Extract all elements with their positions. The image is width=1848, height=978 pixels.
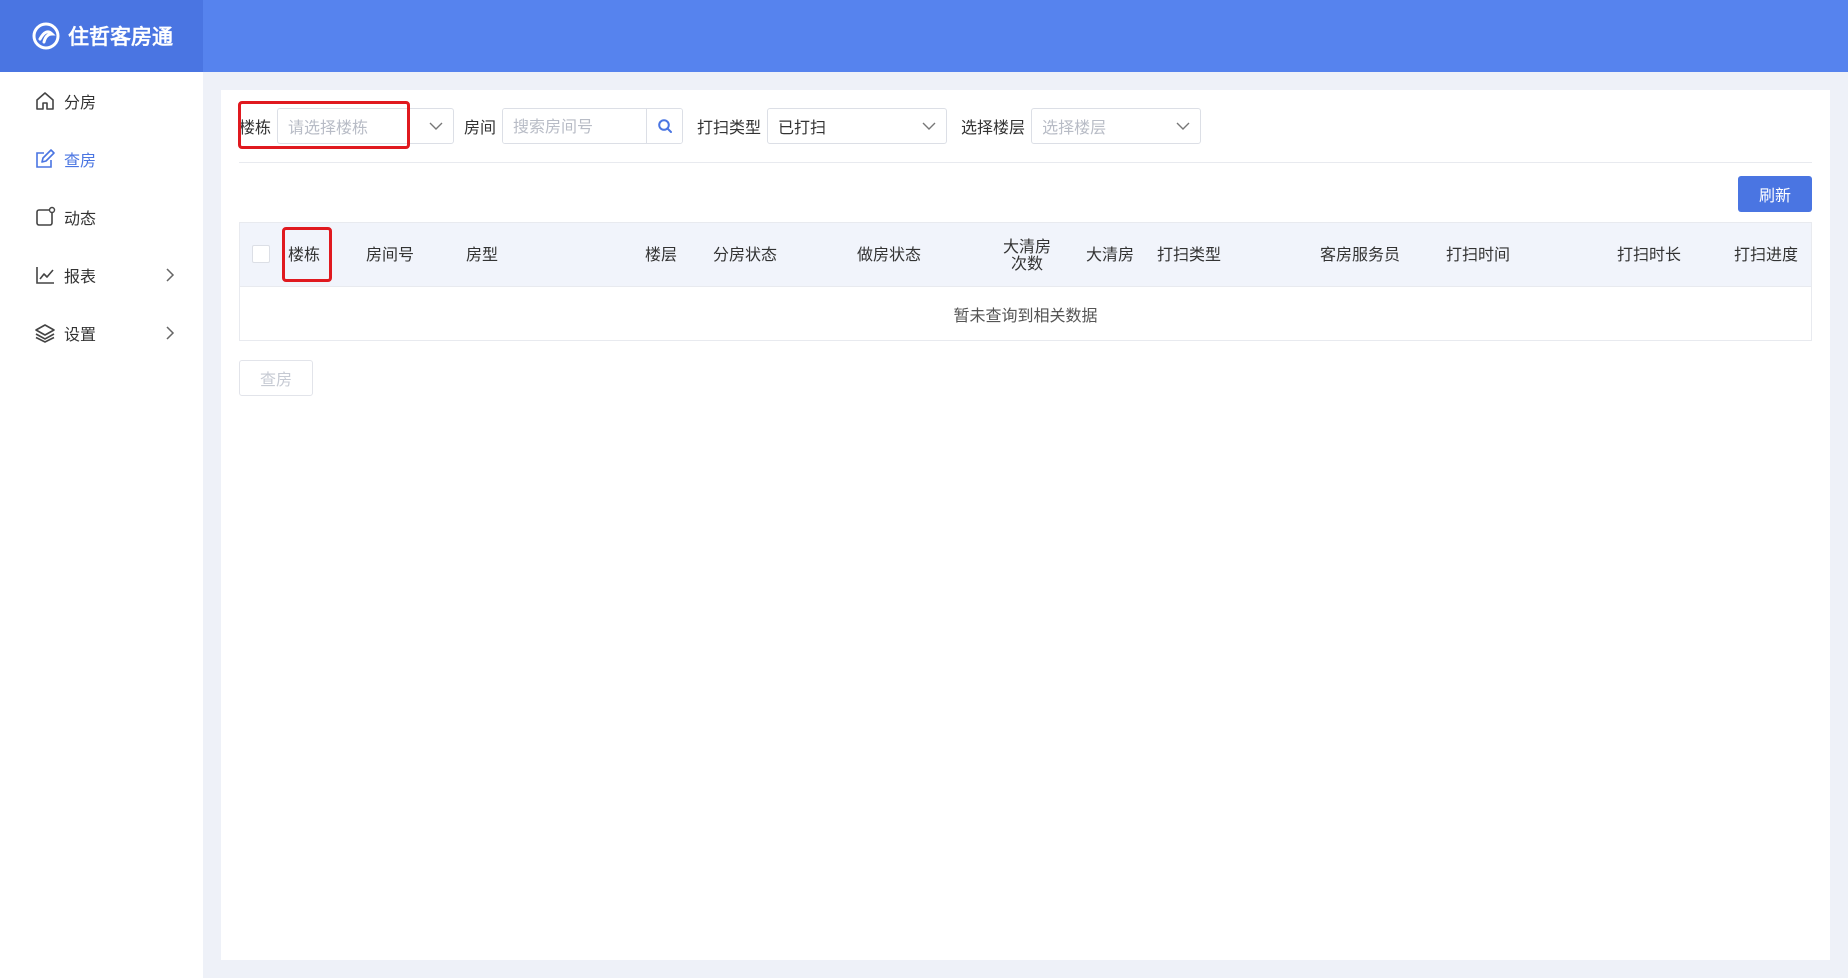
clean-type-label: 打扫类型: [697, 118, 762, 137]
column-header[interactable]: 打扫时长: [1617, 223, 1687, 286]
sidebar-item-status[interactable]: 动态: [0, 188, 203, 246]
sidebar-item-label: 查房: [64, 151, 97, 170]
column-header[interactable]: 大清房: [1086, 223, 1146, 286]
logo-icon: [32, 22, 60, 50]
room-table: 楼栋 房间号 房型 楼层 分房状态 做房状态 大清房次数 大清房 打扫类型 客房…: [239, 222, 1812, 341]
check-room-button[interactable]: 查房: [239, 360, 313, 396]
building-label: 楼栋: [239, 118, 272, 137]
sidebar-item-settings[interactable]: 设置: [0, 304, 203, 362]
column-header[interactable]: 客房服务员: [1320, 223, 1410, 286]
filter-bar: 楼栋 请选择楼栋 房间 打扫类型 已打扫 选择楼层 选择楼层: [239, 108, 1202, 144]
table-header: 楼栋 房间号 房型 楼层 分房状态 做房状态 大清房次数 大清房 打扫类型 客房…: [240, 223, 1811, 286]
edit-icon: [34, 148, 56, 170]
clean-type-value: 已打扫: [778, 118, 827, 137]
chart-icon: [34, 264, 56, 286]
room-search-input[interactable]: [503, 109, 647, 143]
room-search: [502, 108, 684, 144]
chevron-down-icon: [922, 122, 936, 130]
column-header[interactable]: 打扫进度: [1734, 223, 1806, 286]
square-icon: [34, 206, 56, 228]
column-header[interactable]: 楼层: [645, 223, 685, 286]
building-select[interactable]: 请选择楼栋: [277, 108, 455, 144]
chevron-right-icon: [166, 268, 175, 282]
sidebar-item-label: 分房: [64, 93, 97, 112]
room-label: 房间: [464, 118, 497, 137]
top-header: [0, 0, 1848, 72]
sidebar-item-reports[interactable]: 报表: [0, 246, 203, 304]
sidebar-item-label: 动态: [64, 209, 97, 228]
app-title: 住哲客房通: [68, 25, 173, 49]
main-panel: 楼栋 请选择楼栋 房间 打扫类型 已打扫 选择楼层 选择楼层 刷新 楼栋: [221, 90, 1830, 960]
refresh-button[interactable]: 刷新: [1738, 176, 1812, 212]
app-brand[interactable]: 住哲客房通: [0, 0, 203, 72]
column-header[interactable]: 大清房次数: [1002, 223, 1052, 286]
sidebar-item-check-room[interactable]: 查房: [0, 130, 203, 188]
floor-label: 选择楼层: [961, 118, 1026, 137]
column-header[interactable]: 打扫时间: [1446, 223, 1536, 286]
column-header[interactable]: 打扫类型: [1157, 223, 1247, 286]
home-icon: [34, 90, 56, 112]
column-header[interactable]: 房间号: [366, 223, 436, 286]
empty-state-text: 暂未查询到相关数据: [240, 286, 1811, 340]
column-header[interactable]: 分房状态: [713, 223, 803, 286]
search-icon: [657, 119, 672, 133]
sidebar: 分房 查房 动态 报表 设置: [0, 72, 203, 978]
sidebar-item-label: 报表: [64, 267, 97, 286]
chevron-down-icon: [1176, 122, 1190, 130]
floor-select-placeholder: 选择楼层: [1042, 118, 1107, 137]
select-all-checkbox[interactable]: [252, 245, 270, 263]
column-header[interactable]: 楼栋: [280, 223, 328, 286]
filter-divider: [239, 162, 1812, 163]
clean-type-select[interactable]: 已打扫: [767, 108, 948, 144]
room-search-button[interactable]: [646, 109, 683, 143]
column-header[interactable]: 房型: [466, 223, 526, 286]
chevron-down-icon: [429, 122, 443, 130]
sidebar-item-label: 设置: [64, 325, 97, 344]
sidebar-item-assign-room[interactable]: 分房: [0, 72, 203, 130]
chevron-right-icon: [166, 326, 175, 340]
building-select-placeholder: 请选择楼栋: [288, 118, 369, 137]
column-header[interactable]: 做房状态: [857, 223, 947, 286]
layers-icon: [34, 322, 56, 344]
floor-select[interactable]: 选择楼层: [1031, 108, 1202, 144]
